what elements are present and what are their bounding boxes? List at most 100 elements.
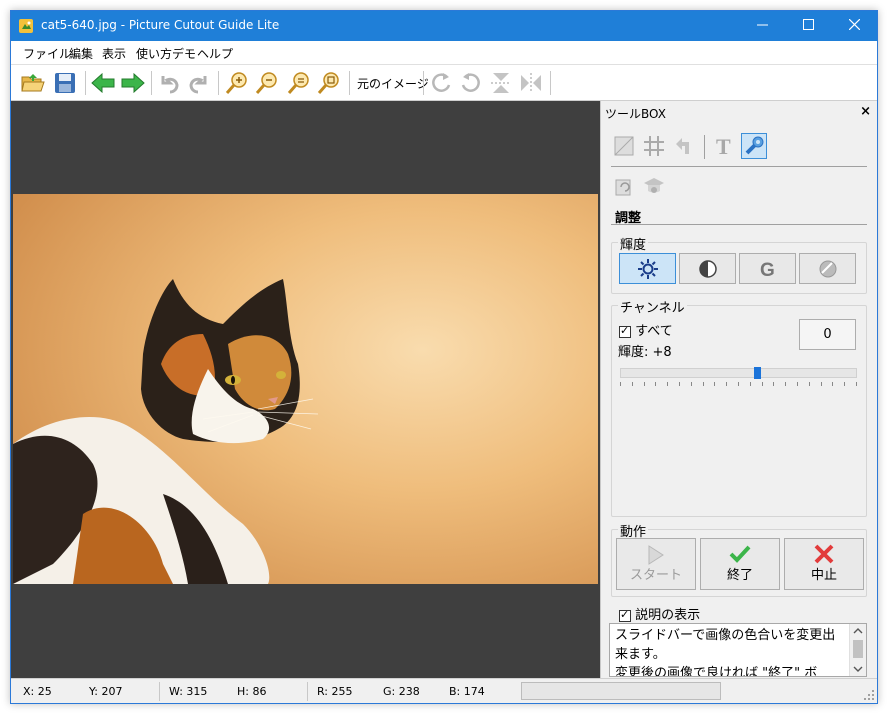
slider-thumb[interactable]	[754, 367, 762, 379]
forward-arrow-icon	[121, 73, 145, 93]
slider-tick	[821, 382, 822, 386]
redo-button[interactable]	[185, 69, 213, 97]
image-canvas[interactable]	[11, 101, 600, 678]
menu-help[interactable]: ヘルプ	[197, 45, 233, 62]
show-description-checkbox[interactable]: 説明の表示	[619, 604, 700, 623]
slider-tick	[632, 382, 633, 386]
close-button[interactable]	[831, 11, 877, 41]
value-input[interactable]: 0	[799, 319, 856, 350]
cancel-x-icon	[814, 544, 834, 564]
zoom-fit-icon	[287, 72, 309, 94]
menu-demo[interactable]: 使い方デモ	[136, 45, 196, 62]
toolbox-close-button[interactable]: ×	[860, 104, 871, 119]
slider-tick	[738, 382, 739, 386]
slider-tick	[797, 382, 798, 386]
zoom-actual-icon	[317, 72, 339, 94]
status-bar: X: 25 Y: 207 W: 315 H: 86 R: 255 G: 238 …	[11, 678, 877, 703]
slider-tick	[655, 382, 656, 386]
brightness-slider[interactable]	[620, 368, 857, 378]
start-label: スタート	[629, 568, 682, 583]
flip-horizontal-button[interactable]	[517, 69, 545, 97]
cat-photo	[13, 194, 598, 584]
cancel-button[interactable]: 中止	[784, 538, 864, 590]
wrench-icon	[745, 136, 764, 155]
maximize-icon	[802, 19, 814, 30]
resize-grip-icon[interactable]	[863, 689, 875, 701]
menu-edit[interactable]: 編集	[69, 45, 93, 62]
minimize-button[interactable]	[739, 11, 785, 41]
scroll-down-icon[interactable]	[850, 664, 866, 674]
window-title: cat5-640.jpg - Picture Cutout Guide Lite	[41, 18, 280, 32]
rotate-right-icon	[432, 73, 451, 92]
scroll-thumb[interactable]	[853, 640, 863, 658]
adjust-tool-button[interactable]	[741, 133, 767, 159]
channel-group: チャンネル すべて 輝度: +8 0	[611, 297, 867, 517]
guide-tool-button[interactable]	[641, 173, 667, 199]
svg-text:T: T	[716, 135, 731, 157]
action-group: 動作 スタート 終了 中止	[611, 521, 867, 597]
brightness-value-label: 輝度: +8	[618, 345, 672, 360]
gamma-mode-button[interactable]: G	[739, 253, 796, 284]
contrast-mode-button[interactable]	[679, 253, 736, 284]
return-tool-button[interactable]	[671, 133, 697, 159]
restore-icon	[615, 179, 631, 196]
text-tool-button[interactable]: T	[711, 133, 737, 159]
svg-text:G: G	[760, 260, 775, 279]
slider-tick	[750, 382, 751, 386]
checkbox-icon	[619, 608, 631, 622]
menu-file[interactable]: ファイル	[23, 45, 71, 62]
return-arrow-icon	[676, 138, 689, 154]
description-scrollbar[interactable]	[849, 624, 866, 676]
zoom-out-button[interactable]	[253, 69, 281, 97]
slider-tick	[762, 382, 763, 386]
back-button[interactable]	[89, 69, 117, 97]
brightness-mode-button[interactable]	[619, 253, 676, 284]
flip-vertical-button[interactable]	[487, 69, 515, 97]
zoom-actual-button[interactable]	[315, 69, 343, 97]
slider-tick	[620, 382, 621, 386]
finish-label: 終了	[726, 568, 753, 583]
start-button[interactable]: スタート	[616, 538, 696, 590]
all-channels-checkbox[interactable]: すべて	[619, 320, 673, 339]
undo-button[interactable]	[155, 69, 183, 97]
rotate-right-button[interactable]	[427, 69, 455, 97]
scroll-up-icon[interactable]	[850, 626, 866, 636]
menu-bar: ファイル 編集 表示 使い方デモ ヘルプ	[11, 41, 877, 65]
gamma-icon: G	[760, 260, 775, 279]
original-image-button[interactable]: 元のイメージ	[357, 75, 429, 92]
slider-tick	[726, 382, 727, 386]
status-g: G: 238	[383, 685, 420, 698]
crop-tool-button[interactable]	[611, 133, 637, 159]
maximize-button[interactable]	[785, 11, 831, 41]
forward-button[interactable]	[119, 69, 147, 97]
zoom-fit-button[interactable]	[285, 69, 313, 97]
slider-tick	[773, 382, 774, 386]
slider-tick	[856, 382, 857, 386]
slider-tick	[844, 382, 845, 386]
saturation-mode-button[interactable]	[799, 253, 856, 284]
checkmark-icon	[729, 545, 751, 563]
open-button[interactable]	[19, 69, 47, 97]
grid-tool-button[interactable]	[641, 133, 667, 159]
grid-icon	[644, 136, 664, 156]
rotate-left-button[interactable]	[457, 69, 485, 97]
status-y: Y: 207	[89, 685, 123, 698]
status-b: B: 174	[449, 685, 485, 698]
description-box: スライドバーで画像の色合いを変更出 来ます。 変更後の画像で良ければ "終了" …	[609, 623, 867, 677]
finish-button[interactable]: 終了	[700, 538, 780, 590]
sun-icon	[637, 258, 658, 279]
channel-group-label: チャンネル	[618, 297, 687, 316]
slider-tick	[644, 382, 645, 386]
minimize-icon	[756, 24, 768, 26]
app-window: cat5-640.jpg - Picture Cutout Guide Lite…	[10, 10, 878, 704]
slider-tick	[809, 382, 810, 386]
description-line: スライドバーで画像の色合いを変更出	[615, 628, 836, 643]
save-button[interactable]	[51, 69, 79, 97]
title-bar: cat5-640.jpg - Picture Cutout Guide Lite	[11, 11, 877, 41]
restore-tool-button[interactable]	[611, 173, 637, 199]
toolbox-title: ツールBOX	[605, 107, 666, 121]
menu-view[interactable]: 表示	[102, 45, 126, 62]
slider-tick	[785, 382, 786, 386]
zoom-in-button[interactable]	[223, 69, 251, 97]
app-icon	[19, 19, 33, 33]
